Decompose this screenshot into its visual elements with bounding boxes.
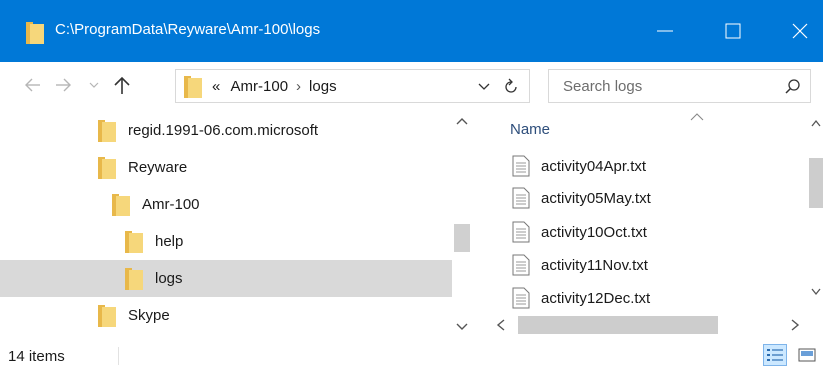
details-view-button[interactable] bbox=[763, 344, 787, 366]
text-file-icon bbox=[512, 254, 530, 276]
file-row[interactable]: activity04Apr.txt bbox=[490, 151, 808, 183]
large-icons-view-button[interactable] bbox=[797, 345, 817, 365]
breadcrumb-separator[interactable]: › bbox=[296, 78, 301, 95]
text-file-icon bbox=[512, 187, 530, 209]
tree-item[interactable]: Skype bbox=[0, 297, 452, 334]
breadcrumb-item[interactable]: logs bbox=[309, 78, 337, 95]
tree-item-label: Skype bbox=[128, 307, 170, 324]
breadcrumb: « Amr-100 › logs bbox=[212, 78, 337, 95]
name-column-header[interactable]: Name bbox=[510, 121, 550, 138]
minimize-icon bbox=[657, 30, 673, 32]
file-row[interactable]: activity05May.txt bbox=[490, 183, 808, 215]
folder-icon bbox=[98, 120, 116, 142]
navigation-scrollbar[interactable] bbox=[452, 108, 472, 340]
chevron-right-icon[interactable] bbox=[790, 319, 800, 331]
file-name: activity05May.txt bbox=[541, 190, 651, 207]
close-icon bbox=[792, 23, 808, 39]
search-icon[interactable] bbox=[784, 78, 802, 96]
chevron-down-icon[interactable] bbox=[811, 288, 821, 296]
tree-item[interactable]: Amr-100 bbox=[0, 186, 452, 223]
file-name: activity04Apr.txt bbox=[541, 158, 647, 175]
tree-item[interactable]: regid.1991-06.com.microsoft bbox=[0, 112, 452, 149]
status-bar: 14 items bbox=[0, 340, 823, 369]
chevron-up-icon[interactable] bbox=[811, 119, 821, 127]
sort-ascending-icon bbox=[690, 113, 704, 121]
folder-icon bbox=[184, 76, 202, 98]
chevron-down-icon[interactable] bbox=[456, 322, 468, 332]
navigation-pane: regid.1991-06.com.microsoft Reyware Amr-… bbox=[0, 108, 452, 340]
search-input[interactable] bbox=[563, 76, 763, 96]
address-bar[interactable]: « Amr-100 › logs bbox=[175, 69, 530, 103]
navigation-toolbar: « Amr-100 › logs bbox=[0, 62, 823, 108]
breadcrumb-item[interactable]: Amr-100 bbox=[231, 78, 289, 95]
minimize-button[interactable] bbox=[635, 0, 695, 62]
up-arrow-icon[interactable] bbox=[113, 75, 131, 95]
back-arrow-icon[interactable] bbox=[24, 76, 42, 94]
maximize-button[interactable] bbox=[703, 0, 763, 62]
large-icons-view-icon bbox=[798, 348, 816, 362]
folder-icon bbox=[125, 268, 143, 290]
title-bar[interactable]: C:\ProgramData\Reyware\Amr-100\logs bbox=[0, 0, 823, 62]
file-list: Name activity04Apr.txt activity05May.txt… bbox=[490, 108, 808, 340]
breadcrumb-overflow[interactable]: « bbox=[212, 78, 220, 95]
forward-arrow-icon[interactable] bbox=[54, 76, 72, 94]
tree-item-label: Reyware bbox=[128, 159, 188, 176]
file-name: activity12Dec.txt bbox=[541, 290, 651, 307]
details-view-icon bbox=[767, 349, 783, 361]
file-row[interactable]: activity10Oct.txt bbox=[490, 217, 808, 249]
text-file-icon bbox=[512, 155, 530, 177]
file-name: activity11Nov.txt bbox=[541, 257, 648, 274]
scrollbar-thumb[interactable] bbox=[518, 316, 718, 334]
chevron-left-icon[interactable] bbox=[496, 319, 506, 331]
chevron-down-icon[interactable] bbox=[89, 80, 99, 90]
scrollbar-thumb[interactable] bbox=[809, 158, 823, 208]
file-list-vertical-scrollbar[interactable] bbox=[808, 108, 823, 320]
file-row[interactable]: activity11Nov.txt bbox=[490, 250, 808, 282]
folder-icon bbox=[125, 231, 143, 253]
chevron-up-icon[interactable] bbox=[456, 116, 468, 126]
tree-item-label: help bbox=[155, 233, 184, 250]
text-file-icon bbox=[512, 221, 530, 243]
search-box[interactable] bbox=[548, 69, 811, 103]
close-button[interactable] bbox=[770, 0, 823, 62]
scrollbar-thumb[interactable] bbox=[454, 224, 470, 252]
file-list-horizontal-scrollbar[interactable] bbox=[490, 312, 808, 340]
folder-icon bbox=[98, 157, 116, 179]
text-file-icon bbox=[512, 287, 530, 309]
window-title: C:\ProgramData\Reyware\Amr-100\logs bbox=[55, 21, 321, 38]
tree-item-label: regid.1991-06.com.microsoft bbox=[128, 122, 319, 139]
chevron-down-icon[interactable] bbox=[478, 82, 490, 92]
refresh-icon[interactable] bbox=[502, 78, 520, 96]
folder-icon bbox=[112, 194, 130, 216]
tree-item-label: logs bbox=[155, 270, 183, 287]
tree-item-label: Amr-100 bbox=[142, 196, 200, 213]
tree-item[interactable]: Reyware bbox=[0, 149, 452, 186]
maximize-icon bbox=[725, 23, 741, 39]
folder-icon bbox=[98, 305, 116, 327]
folder-icon bbox=[26, 22, 44, 44]
file-name: activity10Oct.txt bbox=[541, 224, 647, 241]
tree-item-selected[interactable]: logs bbox=[0, 260, 452, 297]
status-divider bbox=[118, 347, 119, 365]
file-row[interactable]: activity12Dec.txt bbox=[490, 283, 808, 315]
item-count: 14 items bbox=[8, 348, 65, 365]
tree-item[interactable]: help bbox=[0, 223, 452, 260]
